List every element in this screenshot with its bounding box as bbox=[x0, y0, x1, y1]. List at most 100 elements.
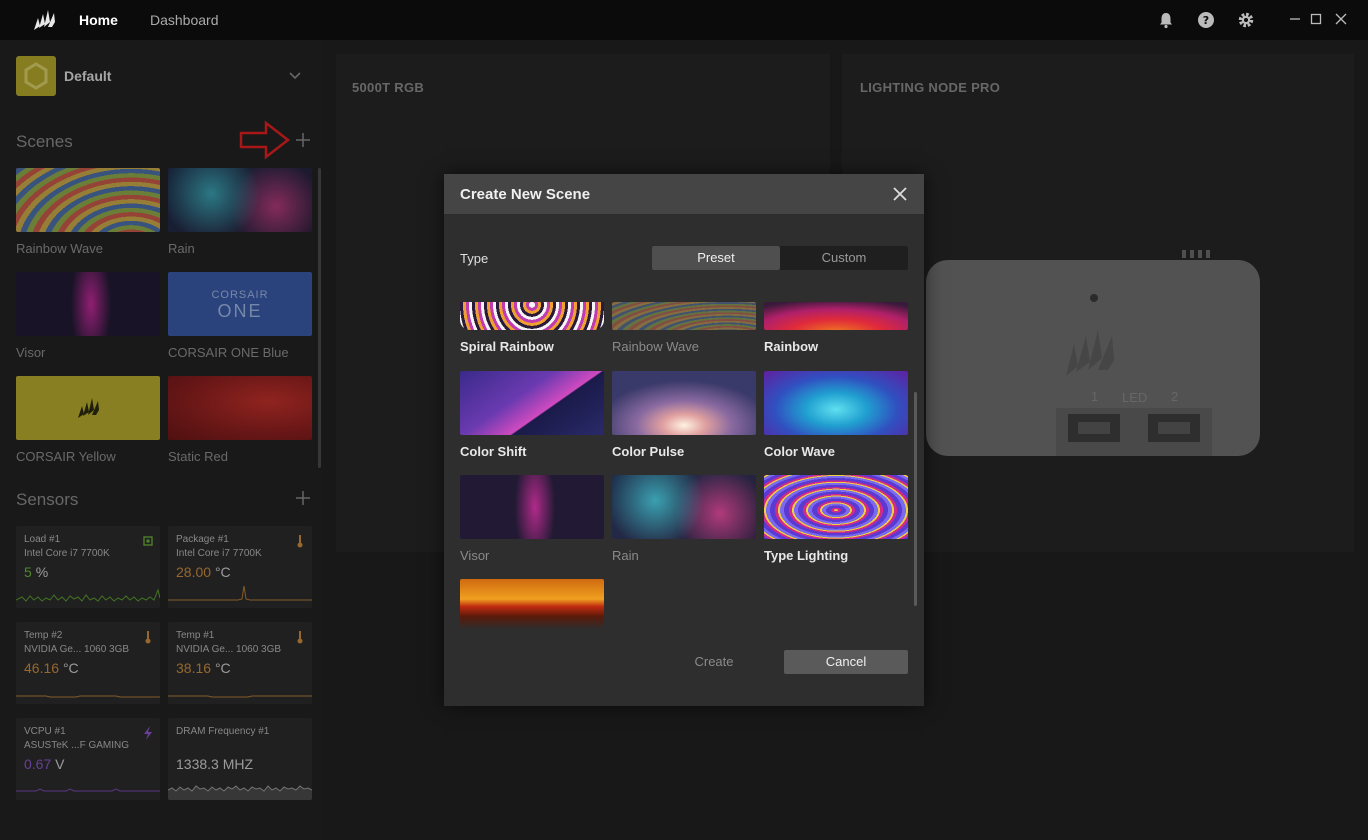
bell-icon[interactable] bbox=[1157, 11, 1175, 29]
sensor-sparkline bbox=[16, 788, 160, 792]
sensor-value: 28.00 °C bbox=[176, 564, 231, 580]
preset-thumbnail bbox=[764, 302, 908, 330]
port-2-label: 2 bbox=[1171, 389, 1179, 404]
segment-custom[interactable]: Custom bbox=[780, 246, 908, 270]
preset-tile[interactable]: Color Shift bbox=[460, 371, 604, 459]
thermometer-icon bbox=[297, 631, 303, 644]
scene-label: CORSAIR ONE Blue bbox=[168, 345, 289, 360]
preset-label: Visor bbox=[460, 548, 490, 563]
type-label: Type bbox=[460, 251, 489, 266]
sensor-source: Intel Core i7 7700K bbox=[176, 548, 262, 559]
sensor-source: Intel Core i7 7700K bbox=[24, 548, 110, 559]
add-sensor-icon[interactable] bbox=[294, 489, 312, 507]
type-segmented-control: Preset Custom bbox=[652, 246, 908, 270]
nav-dashboard[interactable]: Dashboard bbox=[150, 12, 219, 28]
sensor-card[interactable]: Load #1 Intel Core i7 7700K 5 % bbox=[16, 526, 160, 608]
scene-label: Visor bbox=[16, 345, 46, 360]
preset-label: Color Shift bbox=[460, 444, 527, 459]
sensor-source: ASUSTeK ...F GAMING bbox=[24, 740, 130, 751]
scene-tile[interactable]: CORSAIR ONE CORSAIR ONE Blue bbox=[168, 272, 312, 360]
preset-thumbnail bbox=[460, 302, 604, 330]
preset-thumbnail bbox=[764, 371, 908, 435]
gear-icon[interactable] bbox=[1237, 11, 1255, 29]
preset-thumbnail bbox=[612, 371, 756, 435]
profile-badge bbox=[16, 56, 56, 96]
scene-thumbnail bbox=[16, 168, 160, 232]
preset-tile[interactable]: Type Lighting bbox=[764, 475, 908, 563]
sensor-sparkline bbox=[16, 588, 160, 602]
lighting-node-device[interactable]: 1 LED 2 bbox=[926, 248, 1260, 456]
chevron-down-icon[interactable] bbox=[288, 68, 302, 82]
panel-title: LIGHTING NODE PRO bbox=[860, 80, 1001, 95]
scene-tile[interactable]: Static Red bbox=[168, 376, 312, 464]
sensor-card[interactable]: DRAM Frequency #1 1338.3 MHZ bbox=[168, 718, 312, 800]
nav-home[interactable]: Home bbox=[79, 12, 118, 28]
preset-label: Rainbow bbox=[764, 339, 819, 354]
sensor-sparkline bbox=[168, 695, 312, 698]
preset-thumbnail bbox=[612, 302, 756, 330]
sensor-sparkline bbox=[168, 785, 312, 800]
dialog-title: Create New Scene bbox=[460, 186, 591, 203]
preset-thumbnail bbox=[612, 475, 756, 539]
segment-preset[interactable]: Preset bbox=[652, 246, 780, 270]
hexagon-icon bbox=[24, 62, 48, 90]
preset-tile[interactable]: Spiral Rainbow bbox=[460, 302, 604, 354]
add-scene-icon[interactable] bbox=[294, 131, 312, 149]
scene-thumbnail bbox=[168, 376, 312, 440]
sensor-name: Temp #2 bbox=[24, 630, 63, 641]
corsair-one-text: CORSAIR bbox=[211, 289, 269, 301]
preset-label: Rain bbox=[612, 548, 639, 563]
preset-label: Type Lighting bbox=[764, 548, 849, 563]
minimize-icon[interactable] bbox=[1287, 11, 1303, 27]
sidebar: Default Scenes Rainbow Wave Rain Visor C… bbox=[0, 40, 322, 840]
maximize-icon[interactable] bbox=[1308, 11, 1324, 27]
sensors-title: Sensors bbox=[16, 490, 79, 509]
scene-tile[interactable]: CORSAIR Yellow bbox=[16, 376, 160, 464]
profile-selector[interactable]: Default bbox=[16, 56, 306, 96]
sensor-card[interactable]: Temp #2 NVIDIA Ge... 1060 3GB 46.16 °C bbox=[16, 622, 160, 704]
sensor-card[interactable]: Temp #1 NVIDIA Ge... 1060 3GB 38.16 °C bbox=[168, 622, 312, 704]
scene-thumbnail bbox=[16, 272, 160, 336]
title-bar: Home Dashboard ? bbox=[0, 0, 1368, 40]
create-scene-dialog: Create New Scene Type Preset Custom Spir… bbox=[444, 174, 924, 706]
panel-title: 5000T RGB bbox=[352, 80, 425, 95]
scene-tile[interactable]: Rain bbox=[168, 168, 312, 256]
one-mark: ONE bbox=[217, 301, 263, 321]
sensor-value: 46.16 °C bbox=[24, 660, 79, 676]
preset-label: Spiral Rainbow bbox=[460, 339, 554, 354]
corsair-logo-icon bbox=[78, 398, 99, 418]
sensor-source: NVIDIA Ge... 1060 3GB bbox=[176, 644, 282, 655]
help-icon[interactable]: ? bbox=[1197, 11, 1215, 29]
preset-tile[interactable]: Color Wave bbox=[764, 371, 908, 459]
scene-label: CORSAIR Yellow bbox=[16, 449, 116, 464]
cancel-button[interactable]: Cancel bbox=[784, 650, 908, 674]
scene-label: Rainbow Wave bbox=[16, 241, 103, 256]
presets-scrollbar[interactable] bbox=[914, 392, 917, 606]
led-label: LED bbox=[1122, 390, 1148, 405]
lightning-icon bbox=[144, 726, 152, 740]
svg-text:?: ? bbox=[1203, 14, 1209, 27]
preset-thumbnail bbox=[460, 475, 604, 539]
scene-tile[interactable]: Visor bbox=[16, 272, 160, 360]
preset-tile[interactable]: Rainbow Wave bbox=[612, 302, 756, 354]
sensor-card[interactable]: Package #1 Intel Core i7 7700K 28.00 °C bbox=[168, 526, 312, 608]
close-window-icon[interactable] bbox=[1333, 11, 1349, 27]
sensor-value: 0.67 V bbox=[24, 756, 65, 772]
preset-tile[interactable]: Color Pulse bbox=[612, 371, 756, 459]
scene-label: Static Red bbox=[168, 449, 228, 464]
sensor-name: Temp #1 bbox=[176, 630, 215, 641]
preset-tile[interactable]: Rain bbox=[612, 475, 756, 563]
sensor-name: DRAM Frequency #1 bbox=[176, 726, 270, 737]
scene-label: Rain bbox=[168, 241, 195, 256]
close-icon[interactable] bbox=[892, 186, 908, 202]
preset-tile[interactable]: Visor bbox=[460, 475, 604, 563]
preset-thumbnail bbox=[460, 579, 604, 629]
scenes-scrollbar[interactable] bbox=[318, 168, 321, 468]
preset-tile[interactable] bbox=[460, 579, 604, 629]
preset-thumbnail bbox=[460, 371, 604, 435]
dialog-header: Create New Scene bbox=[444, 174, 924, 214]
preset-tile[interactable]: Rainbow bbox=[764, 302, 908, 354]
create-button[interactable]: Create bbox=[684, 650, 744, 674]
sensor-card[interactable]: VCPU #1 ASUSTeK ...F GAMING 0.67 V bbox=[16, 718, 160, 800]
scene-tile[interactable]: Rainbow Wave bbox=[16, 168, 160, 256]
